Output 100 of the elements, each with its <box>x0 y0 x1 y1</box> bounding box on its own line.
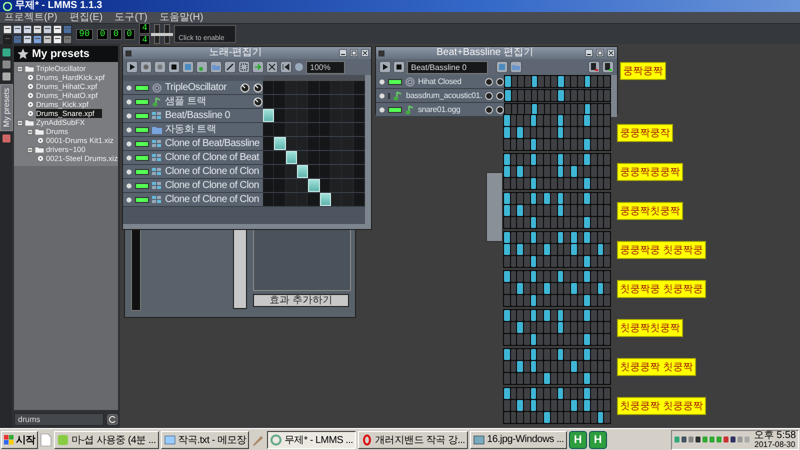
tool-icon[interactable] <box>53 24 62 34</box>
grip-icon[interactable] <box>126 168 132 174</box>
stop-icon[interactable] <box>168 61 180 73</box>
pattern-block[interactable] <box>286 151 297 164</box>
grip-icon[interactable] <box>126 84 132 90</box>
note-label: 칫쿵쿵짝 칫쿵쿵짝 <box>617 396 706 414</box>
oscillator-icon <box>152 82 162 92</box>
refresh-icon[interactable] <box>107 414 118 424</box>
mute-led[interactable] <box>135 182 149 188</box>
volume-knob[interactable] <box>253 96 263 106</box>
quick-launch-button[interactable]: H <box>588 430 607 448</box>
minimize-icon[interactable] <box>339 49 347 57</box>
expander-icon[interactable] <box>27 146 33 152</box>
tempo-display: 90 <box>76 28 93 40</box>
menu-item[interactable]: 프로젝트(P) <box>4 12 58 23</box>
close-icon[interactable] <box>607 49 615 57</box>
add-steps-icon[interactable] <box>602 61 614 73</box>
slider-thumb[interactable] <box>161 33 174 36</box>
grid-icon[interactable] <box>182 61 194 73</box>
mute-led[interactable] <box>135 154 149 160</box>
grip-icon[interactable] <box>379 78 385 84</box>
pencil-icon[interactable] <box>224 61 236 73</box>
play-icon[interactable] <box>126 61 138 73</box>
quick-launch-button[interactable]: H <box>568 430 587 448</box>
note-icon[interactable] <box>196 61 208 73</box>
remove-steps-icon[interactable] <box>588 61 600 73</box>
grip-icon[interactable] <box>126 154 132 160</box>
scrollbar[interactable] <box>611 75 617 117</box>
panel-tab-icon[interactable] <box>2 134 10 144</box>
note-label: 쿵짝쿵짝 <box>620 62 666 80</box>
mute-led[interactable] <box>388 106 402 112</box>
pattern-block[interactable] <box>320 193 331 206</box>
loop-icon[interactable] <box>266 61 278 73</box>
grip-icon[interactable] <box>379 106 385 112</box>
volume-knob[interactable] <box>240 82 250 92</box>
mute-led[interactable] <box>135 98 149 104</box>
maximize-icon[interactable] <box>596 49 604 57</box>
taskbar-item[interactable]: 작곡.txt - 메모장 <box>160 430 250 448</box>
tool-icon[interactable] <box>23 34 32 44</box>
fader[interactable] <box>131 229 141 311</box>
folder-icon[interactable] <box>510 61 522 73</box>
menu-item[interactable]: 도구(T) <box>114 12 148 23</box>
tool-icon[interactable] <box>33 34 42 44</box>
tool-icon[interactable] <box>23 24 32 34</box>
mute-led[interactable] <box>388 78 402 84</box>
taskbar-item[interactable]: 마-셥 사용중 (4분 ... <box>54 430 159 448</box>
pattern-dropdown[interactable]: Beat/Bassline 0 <box>407 60 488 74</box>
window-menu-icon[interactable] <box>378 50 385 56</box>
expander-icon[interactable] <box>17 66 23 72</box>
zoom-dropdown[interactable]: 100% <box>306 60 346 74</box>
grip-icon[interactable] <box>126 98 132 104</box>
start-button[interactable]: 시작 <box>1 430 38 448</box>
tool-icon[interactable] <box>43 34 52 44</box>
scrollbar[interactable] <box>365 75 371 224</box>
side-tab[interactable]: My presets <box>0 84 12 132</box>
mute-led[interactable] <box>135 196 149 202</box>
time-signature-display: 4 <box>139 34 150 46</box>
grip-icon[interactable] <box>126 112 132 118</box>
minimize-icon[interactable] <box>585 49 593 57</box>
tool-icon[interactable] <box>3 24 12 34</box>
grip-icon[interactable] <box>126 126 132 132</box>
rewind-icon[interactable] <box>280 61 292 73</box>
tool-icon[interactable] <box>53 34 62 44</box>
search-field[interactable]: drums <box>14 412 104 426</box>
taskbar-item[interactable]: 개러지밴드 작곡 강... <box>358 430 468 448</box>
scrollbar[interactable] <box>123 224 371 229</box>
add-effect-button[interactable]: 효과 추가하기 <box>253 294 349 307</box>
expander-icon[interactable] <box>27 128 33 134</box>
pattern-block[interactable] <box>263 109 274 122</box>
expander-icon[interactable] <box>17 120 23 126</box>
grip-icon[interactable] <box>126 140 132 146</box>
grip-icon[interactable] <box>126 196 132 202</box>
mute-led[interactable] <box>135 112 149 118</box>
menu-item[interactable]: 편집(E) <box>69 12 103 23</box>
maximize-icon[interactable] <box>350 49 358 57</box>
stop-icon[interactable] <box>393 61 405 73</box>
play-icon[interactable] <box>379 61 391 73</box>
mute-led[interactable] <box>135 126 149 132</box>
mute-led[interactable] <box>135 140 149 146</box>
record-play-icon[interactable] <box>154 61 166 73</box>
note-label: 쿵쿵짝칫쿵짝 <box>617 202 683 220</box>
panning-knob[interactable] <box>253 82 263 92</box>
folder-icon[interactable] <box>210 61 222 73</box>
close-icon[interactable] <box>361 49 369 57</box>
mute-led[interactable] <box>135 84 149 90</box>
tool-icon[interactable] <box>43 24 52 34</box>
grip-icon[interactable] <box>379 92 385 98</box>
mute-led[interactable] <box>135 168 149 174</box>
tool-icon[interactable] <box>33 24 42 34</box>
selection-icon[interactable] <box>238 61 250 73</box>
taskbar-item[interactable]: 무제* - LMMS ... <box>267 430 356 448</box>
grip-icon[interactable] <box>126 182 132 188</box>
record-icon[interactable] <box>140 61 152 73</box>
tool-icon[interactable] <box>13 24 22 34</box>
taskbar-item[interactable]: 16.jpg-Windows ... <box>470 430 567 448</box>
grid-icon[interactable] <box>496 61 508 73</box>
window-menu-icon[interactable] <box>125 50 132 56</box>
arrow-icon[interactable] <box>252 61 264 73</box>
pattern-block[interactable] <box>296 165 308 178</box>
menu-item[interactable]: 도움말(H) <box>159 12 204 23</box>
